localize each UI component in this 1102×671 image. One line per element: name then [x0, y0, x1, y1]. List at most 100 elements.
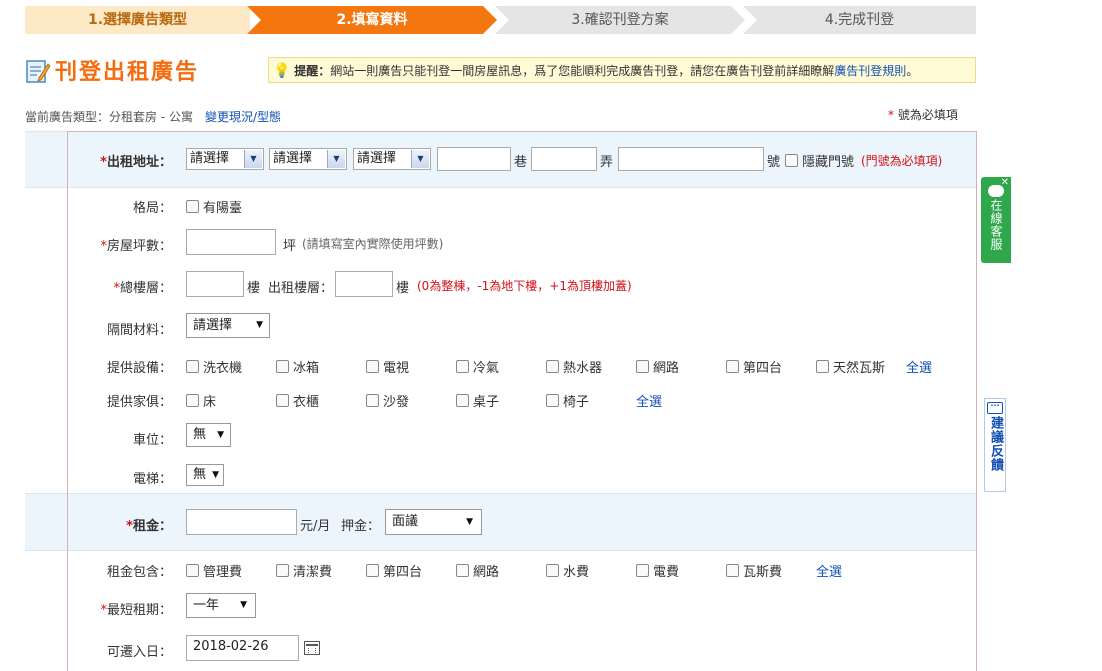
address-hint: (門號為必填項)	[861, 154, 943, 168]
total-floors-input[interactable]	[186, 271, 244, 297]
move-in-label: 可遷入日：	[106, 645, 172, 660]
partition-select[interactable]: 請選擇 ▼	[186, 313, 270, 338]
furniture-select-all[interactable]: 全選	[636, 391, 662, 410]
caret-down-icon: ▼	[256, 320, 263, 330]
parking-select[interactable]: 無 ▼	[186, 423, 231, 447]
lane-input[interactable]	[437, 147, 511, 171]
feedback-label: 建議反饋	[988, 416, 1003, 472]
floors-unit: 樓	[247, 281, 261, 296]
rent-includes-checkbox[interactable]: 管理費	[186, 561, 242, 580]
chevron-down-icon: ▼	[244, 150, 262, 168]
ad-rules-link[interactable]: 廣告刊登規則	[834, 64, 906, 78]
equipment-label: 提供設備：	[106, 361, 172, 376]
city-select[interactable]: 請選擇 ▼	[186, 148, 264, 170]
min-lease-select[interactable]: 一年 ▼	[186, 593, 256, 618]
equipment-select-all[interactable]: 全選	[906, 357, 932, 376]
alley-input[interactable]	[531, 147, 597, 171]
address-label: *出租地址：	[100, 155, 172, 170]
page-title: 刊登出租廣告	[25, 55, 199, 89]
feedback-button[interactable]: ··· 建議反饋	[984, 398, 1006, 492]
step-2-active: 2.填寫資料	[247, 6, 497, 34]
rent-includes-checkbox[interactable]: 清潔費	[276, 561, 332, 580]
lightbulb-icon: 💡	[273, 63, 291, 79]
min-lease-label: *最短租期：	[100, 603, 172, 618]
notice-text: 網站一則廣告只能刊登一間房屋訊息，爲了您能順利完成廣告刊登，請您在廣告刊登前詳細…	[330, 64, 835, 78]
comment-icon: ···	[987, 402, 1003, 414]
change-type-link[interactable]: 變更現況/型態	[205, 110, 281, 124]
equipment-checkbox[interactable]: 網路	[636, 357, 679, 376]
caret-down-icon: ▼	[240, 600, 247, 610]
furniture-checkbox[interactable]: 床	[186, 391, 216, 410]
hide-number-checkbox[interactable]: 隱藏門號	[785, 151, 854, 170]
edit-document-icon	[26, 60, 51, 83]
caret-down-icon: ▼	[217, 430, 224, 440]
online-service-button[interactable]: ✕ 在線客服	[981, 177, 1011, 263]
rent-includes-checkbox[interactable]: 瓦斯費	[726, 561, 782, 580]
road-select[interactable]: 請選擇 ▼	[353, 148, 431, 170]
rent-floor-input[interactable]	[335, 271, 393, 297]
rent-includes-select-all[interactable]: 全選	[816, 561, 842, 580]
parking-label: 車位：	[132, 433, 172, 448]
equipment-checkbox[interactable]: 熱水器	[546, 357, 602, 376]
deposit-label: 押金：	[341, 519, 381, 534]
equipment-checkbox[interactable]: 第四台	[726, 357, 782, 376]
notice-banner: 💡 提醒：網站一則廣告只能刊登一間房屋訊息，爲了您能順利完成廣告刊登，請您在廣告…	[268, 57, 976, 83]
rent-label: *租金：	[126, 519, 172, 534]
equipment-checkbox[interactable]: 天然瓦斯	[816, 357, 885, 376]
step-1: 1.選擇廣告類型	[25, 6, 250, 34]
district-select[interactable]: 請選擇 ▼	[269, 148, 347, 170]
area-input[interactable]	[186, 229, 276, 255]
notice-end: 。	[906, 64, 919, 78]
online-service-label: 在線客服	[989, 199, 1003, 251]
rent-includes-checkbox[interactable]: 水費	[546, 561, 589, 580]
partition-label: 隔間材料：	[106, 323, 172, 338]
furniture-checkbox[interactable]: 衣櫃	[276, 391, 319, 410]
number-unit: 號	[767, 155, 781, 170]
chevron-down-icon: ▼	[411, 150, 429, 168]
progress-steps: 1.選擇廣告類型 2.填寫資料 3.確認刊登方案 4.完成刊登	[25, 6, 976, 34]
rent-unit: 元/月	[300, 519, 331, 534]
balcony-checkbox[interactable]: 有陽臺	[186, 197, 242, 216]
required-note-text: 號為必填項	[897, 108, 958, 122]
equipment-checkbox[interactable]: 電視	[366, 357, 409, 376]
equipment-checkbox[interactable]: 冰箱	[276, 357, 319, 376]
layout-label: 格局：	[132, 201, 172, 216]
lane-unit: 巷	[514, 155, 528, 170]
alley-unit: 弄	[600, 155, 614, 170]
calendar-icon[interactable]	[304, 641, 320, 655]
area-hint: (請填寫室內實際使用坪數)	[302, 237, 444, 251]
furniture-checkbox[interactable]: 椅子	[546, 391, 589, 410]
rent-floor-unit: 樓	[396, 281, 410, 296]
rent-includes-checkbox[interactable]: 第四台	[366, 561, 422, 580]
current-type-text: 當前廣告類型：分租套房 - 公寓	[25, 110, 193, 124]
rent-floor-label: 出租樓層：	[268, 281, 334, 296]
rent-includes-checkbox[interactable]: 網路	[456, 561, 499, 580]
number-input[interactable]	[618, 147, 764, 171]
equipment-checkbox[interactable]: 冷氣	[456, 357, 499, 376]
current-ad-type: 當前廣告類型：分租套房 - 公寓 變更現況/型態	[25, 108, 281, 125]
step-3: 3.確認刊登方案	[495, 6, 745, 34]
caret-down-icon: ▼	[466, 517, 473, 527]
elevator-label: 電梯：	[132, 472, 172, 487]
equipment-checkbox[interactable]: 洗衣機	[186, 357, 242, 376]
step-4: 4.完成刊登	[743, 6, 976, 34]
floors-label: *總樓層：	[113, 281, 172, 296]
rent-includes-checkbox[interactable]: 電費	[636, 561, 679, 580]
area-unit: 坪	[283, 239, 297, 254]
page-title-text: 刊登出租廣告	[55, 59, 200, 85]
close-icon[interactable]: ✕	[1001, 177, 1009, 188]
notice-label: 提醒：	[294, 64, 331, 78]
rent-includes-label: 租金包含：	[106, 565, 172, 580]
required-asterisk: *	[888, 108, 894, 122]
furniture-checkbox[interactable]: 桌子	[456, 391, 499, 410]
caret-down-icon: ▼	[212, 470, 219, 480]
furniture-label: 提供家俱：	[106, 395, 172, 410]
deposit-select[interactable]: 面議 ▼	[385, 509, 482, 535]
rent-input[interactable]	[186, 509, 297, 535]
area-label: *房屋坪數：	[100, 239, 172, 254]
elevator-select[interactable]: 無 ▼	[186, 464, 224, 486]
move-in-date-input[interactable]: 2018-02-26	[186, 635, 299, 661]
furniture-checkbox[interactable]: 沙發	[366, 391, 409, 410]
required-note: * 號為必填項	[888, 106, 958, 123]
floors-hint: (0為整棟，-1為地下樓，+1為頂樓加蓋)	[417, 279, 632, 293]
